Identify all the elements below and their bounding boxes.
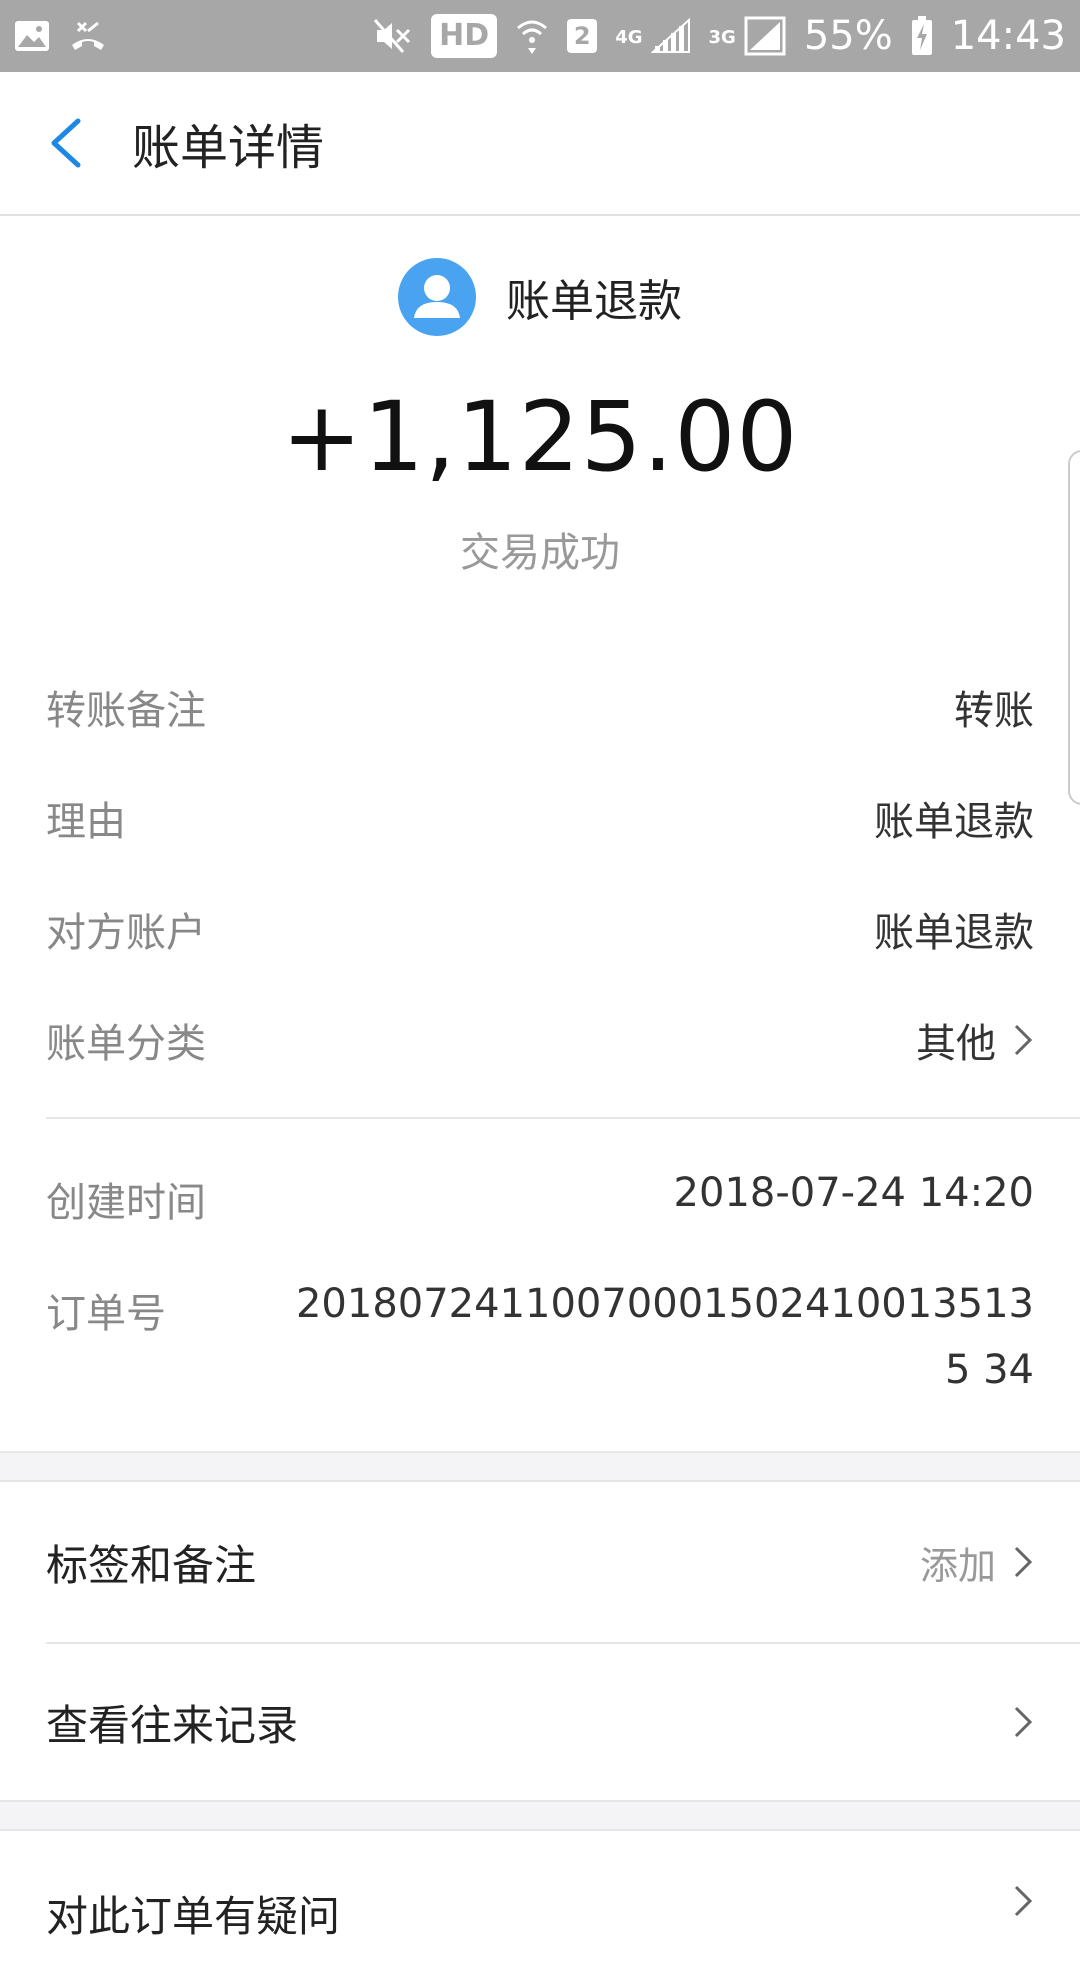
missed-call-icon bbox=[68, 19, 108, 53]
detail-label: 理由 bbox=[46, 799, 126, 845]
chevron-right-icon bbox=[1012, 1883, 1034, 1919]
detail-label: 转账备注 bbox=[46, 688, 206, 734]
battery-percent: 55% bbox=[803, 13, 893, 59]
section-separator bbox=[0, 1451, 1080, 1482]
transaction-amount: +1,125.00 bbox=[281, 381, 799, 493]
network-4g-label: 4G bbox=[615, 27, 643, 48]
user-icon bbox=[414, 275, 460, 318]
hd-badge: HD bbox=[431, 14, 498, 58]
detail-row-remark: 转账备注 转账 bbox=[46, 678, 1034, 736]
detail-row-category[interactable]: 账单分类 其他 bbox=[46, 1011, 1034, 1069]
chevron-right-icon bbox=[1012, 1544, 1034, 1580]
add-hint-text: 添加 bbox=[919, 1543, 996, 1588]
detail-label: 账单分类 bbox=[46, 1021, 206, 1067]
detail-value: 账单退款 bbox=[874, 910, 1034, 956]
detail-row-created-time: 创建时间 2018-07-24 14:20 bbox=[46, 1170, 1034, 1228]
page-title: 账单详情 bbox=[132, 120, 325, 176]
party-row: 账单退款 bbox=[0, 258, 1080, 336]
party-name: 账单退款 bbox=[506, 276, 682, 327]
back-button[interactable] bbox=[0, 71, 120, 215]
detail-value: 转账 bbox=[954, 688, 1034, 734]
gallery-icon bbox=[14, 20, 50, 52]
detail-value: 账单退款 bbox=[874, 799, 1034, 845]
add-tag-link[interactable]: 添加 bbox=[920, 1535, 1034, 1590]
order-question-row[interactable]: 对此订单有疑问 bbox=[46, 1831, 1034, 1981]
network-3g-label: 3G bbox=[708, 27, 736, 48]
back-arrow-icon bbox=[51, 118, 81, 168]
wifi-icon bbox=[515, 16, 549, 56]
chevron-right-icon bbox=[1012, 1704, 1034, 1740]
detail-row-counterparty: 对方账户 账单退款 bbox=[46, 900, 1034, 958]
action-label: 对此订单有疑问 bbox=[46, 1892, 341, 1941]
clock: 14:43 bbox=[950, 13, 1066, 59]
transaction-status: 交易成功 bbox=[460, 530, 620, 576]
tags-and-remarks-row[interactable]: 标签和备注 添加 bbox=[46, 1482, 1034, 1642]
category-value[interactable]: 其他 bbox=[916, 1011, 1034, 1069]
status-bar: HD 2 4G 3G 55% 14:43 bbox=[0, 0, 1080, 72]
status-left bbox=[14, 19, 108, 53]
section-separator bbox=[0, 1800, 1080, 1831]
scroll-handle[interactable] bbox=[1068, 450, 1080, 805]
sim-badge: 2 bbox=[567, 19, 598, 53]
detail-row-reason: 理由 账单退款 bbox=[46, 789, 1034, 847]
avatar bbox=[398, 258, 476, 336]
detail-label: 创建时间 bbox=[46, 1180, 206, 1226]
app-bar: 账单详情 bbox=[0, 72, 1080, 216]
chevron-right-icon bbox=[1012, 1022, 1034, 1058]
detail-label: 订单号 bbox=[46, 1291, 166, 1337]
category-text: 其他 bbox=[916, 1021, 996, 1067]
mute-icon bbox=[373, 18, 413, 54]
view-history-row[interactable]: 查看往来记录 bbox=[46, 1644, 1034, 1800]
detail-value: 2018-07-24 14:20 bbox=[673, 1170, 1034, 1216]
status-right: HD 2 4G 3G 55% 14:43 bbox=[373, 13, 1066, 59]
battery-charging-icon bbox=[911, 16, 933, 56]
signal-icon bbox=[650, 18, 691, 54]
action-label: 查看往来记录 bbox=[46, 1700, 299, 1750]
divider bbox=[46, 1117, 1080, 1119]
detail-row-order-number: 订单号 201807241100700015024100135135 34 bbox=[46, 1281, 1034, 1403]
detail-label: 对方账户 bbox=[46, 910, 206, 956]
signal-3g-icon bbox=[744, 16, 786, 56]
order-number-value: 201807241100700015024100135135 34 bbox=[295, 1281, 1034, 1393]
action-label: 标签和备注 bbox=[46, 1540, 257, 1590]
